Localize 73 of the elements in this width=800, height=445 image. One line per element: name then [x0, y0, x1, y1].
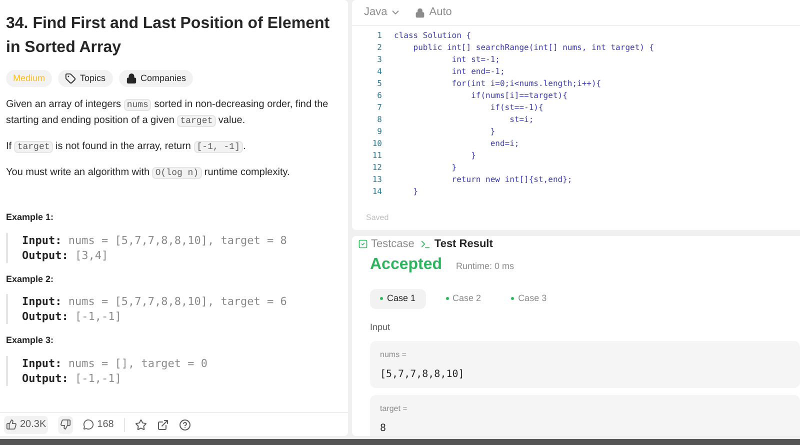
- checkbox-icon: [358, 239, 368, 250]
- line-number: 7: [376, 102, 382, 114]
- example-line: Output: [-1,-1]: [22, 309, 122, 324]
- example-line: Input: nums = [], target = 0: [22, 356, 208, 370]
- case-tab[interactable]: Case 3: [501, 288, 557, 308]
- line-number: 14: [371, 186, 382, 198]
- mode-label: Auto: [415, 4, 452, 21]
- line-number: 13: [371, 174, 382, 186]
- line-number: 5: [376, 78, 382, 90]
- code-line: if(st==-1){: [489, 102, 544, 114]
- line-number: 10: [371, 138, 382, 150]
- case-tab[interactable]: Case 2: [436, 288, 492, 308]
- comment-icon: [83, 419, 94, 430]
- input-value: 8: [380, 422, 388, 436]
- dislike-button[interactable]: [58, 416, 74, 434]
- tag-button[interactable]: Topics: [58, 70, 113, 87]
- code-line: int st=-1;: [450, 54, 500, 66]
- example-title: Example 1:: [6, 211, 55, 224]
- code-line: }: [489, 126, 496, 138]
- example-title: Example 2:: [6, 272, 55, 286]
- save-status: Saved: [366, 212, 390, 224]
- code-line: int end=-1;: [450, 66, 505, 78]
- code-line: st=i;: [508, 114, 534, 126]
- language-select[interactable]: Java: [364, 4, 402, 21]
- terminal-icon: [420, 238, 432, 250]
- example-title: Example 3:: [6, 334, 55, 347]
- example-line: Output: [-1,-1]: [22, 370, 122, 386]
- panel-tab[interactable]: Test Result: [420, 236, 493, 252]
- description-text: If target is not found in the array, return [-1, -1] .: [6, 140, 247, 155]
- thumbs-up-icon: [6, 419, 17, 430]
- line-number: 1: [376, 30, 382, 42]
- panel-tab[interactable]: Testcase: [358, 236, 414, 252]
- share-icon[interactable]: [156, 418, 169, 430]
- input-heading: Input: [370, 320, 392, 334]
- line-number: 8: [376, 114, 382, 126]
- line-number: 3: [376, 54, 382, 66]
- line-number: 9: [376, 126, 382, 138]
- difficulty-label: Medium: [6, 70, 52, 87]
- input-name: target =: [380, 403, 408, 415]
- star-icon[interactable]: [134, 418, 147, 430]
- tag-button[interactable]: Companies: [118, 70, 194, 87]
- line-number: 2: [376, 42, 382, 54]
- thumbs-down-icon: [60, 419, 72, 430]
- comments-button[interactable]: 168: [83, 417, 114, 432]
- example-line: Output: [3,4]: [22, 248, 110, 262]
- line-number: 11: [371, 150, 382, 162]
- code-line: return new int[]{st,end};: [450, 174, 572, 186]
- code-line: class Solution {: [394, 30, 472, 42]
- line-number: 12: [371, 162, 382, 174]
- help-icon[interactable]: [178, 418, 191, 430]
- input-value: [5,7,7,8,8,10]: [380, 368, 466, 382]
- tag-icon: [65, 73, 76, 84]
- code-line: for(int i=0;i<nums.length;i++){: [450, 78, 602, 90]
- verdict-text: Accepted: [370, 254, 442, 274]
- lock-icon: [415, 8, 426, 18]
- code-line: end=i;: [489, 138, 520, 150]
- code-line: }: [450, 162, 457, 174]
- code-line: public int[] searchRange(int[] nums, int target) {: [412, 42, 654, 54]
- case-tab[interactable]: Case 1: [370, 288, 426, 308]
- line-number: 6: [376, 90, 382, 102]
- code-line: }: [470, 150, 476, 162]
- lock-icon: [126, 73, 137, 84]
- input-name: nums =: [380, 349, 408, 361]
- description-text: You must write an algorithm with O(log n) runtime complexity.: [6, 166, 291, 181]
- example-line: Input: nums = [5,7,7,8,8,10], target = 8: [22, 232, 288, 248]
- code-line: }: [412, 186, 418, 198]
- like-button[interactable]: 20.3K: [4, 416, 48, 434]
- description-text: Given an array of integers nums sorted in non-decreasing order, find the starting and ending position of a given target value.: [6, 98, 330, 129]
- code-line: if(nums[i]==target){: [470, 90, 568, 102]
- example-line: Input: nums = [5,7,7,8,8,10], target = 6: [22, 294, 288, 309]
- line-number: 4: [376, 66, 382, 78]
- problem-title: 34. Find First and Last Position of Element in Sorted Array: [6, 14, 331, 58]
- runtime-text: Runtime: 0 ms: [456, 260, 514, 272]
